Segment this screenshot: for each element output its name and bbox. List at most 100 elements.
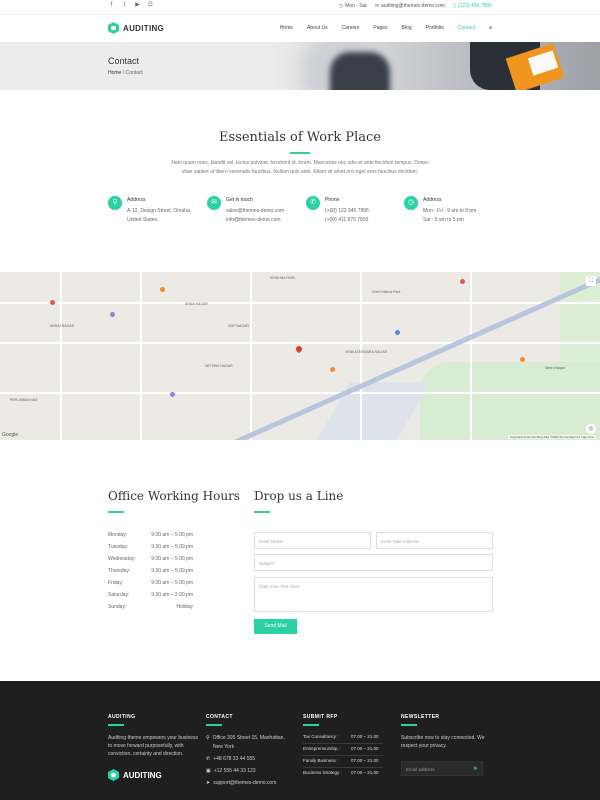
name-input[interactable]: Enter Name — [254, 532, 371, 549]
footer-heading: AUDITING — [108, 714, 136, 720]
nav-item-contact[interactable]: Contact — [458, 25, 475, 31]
map-poi-pin[interactable] — [330, 367, 335, 372]
map-poi-pin[interactable] — [110, 312, 115, 317]
contact-item-line2: (+00) 411 879 7893 — [325, 217, 369, 223]
map-poi-pin[interactable] — [160, 287, 165, 292]
nav-item-blog[interactable]: Blog — [402, 25, 412, 31]
contact-item-label: Address — [127, 197, 146, 203]
map-poi-pin[interactable] — [170, 392, 175, 397]
google-map[interactable]: KRISHNA PARK ANNA NAGAR NGP NAGAR NETHRA… — [0, 272, 600, 440]
breadcrumb-home[interactable]: Home — [108, 70, 121, 76]
map-street — [470, 272, 472, 440]
google-plus-icon[interactable]: G — [147, 2, 154, 9]
map-label: Sree Krishna Park — [372, 290, 401, 294]
send-mail-button[interactable]: Send Mail — [254, 619, 297, 634]
contact-item-line1: Mon - Fri : 9 am to 9 pm — [423, 208, 477, 214]
heading-underline — [303, 724, 319, 726]
breadcrumb-current: Contact — [125, 70, 143, 76]
breadcrumb-separator: / — [122, 70, 125, 76]
map-poi-pin[interactable] — [460, 279, 465, 284]
top-phone[interactable]: ▯ (123) 456-7890 — [453, 3, 492, 9]
map-street — [0, 342, 600, 344]
footer-logo[interactable]: AUDITING — [108, 769, 162, 781]
hours-day: Sunday: — [108, 604, 127, 610]
rfp-time: 07.00 – 21.00 — [351, 734, 379, 739]
hours-time: Holiday — [176, 604, 193, 610]
map-label: KRISHNA PARK — [270, 276, 296, 280]
message-textarea[interactable]: Type Your Text Here — [254, 577, 493, 612]
hours-time: 9.00 am – 5.00 pm — [151, 532, 193, 538]
site-logo[interactable]: AUDITING — [108, 22, 164, 34]
footer-about-column: AUDITING — [108, 714, 136, 726]
title-underline — [290, 152, 310, 154]
footer-phone: ✆ +48 678 33 44 555 — [206, 756, 256, 762]
map-location-marker[interactable] — [294, 344, 304, 354]
footer-email[interactable]: ➤ support@themes-demo.com — [206, 780, 276, 786]
footer-heading: SUBMIT RFP — [303, 714, 338, 720]
newsletter-email-input[interactable]: Email address ➤ — [401, 761, 483, 776]
map-park-area — [420, 362, 600, 440]
fullscreen-icon[interactable]: ⛶ — [586, 276, 596, 286]
drop-line-title: Drop us a Line — [254, 489, 344, 503]
hours-time: 9.00 am – 5.00 pm — [151, 544, 193, 550]
breadcrumb: Home / Contact — [108, 70, 143, 76]
search-icon[interactable]: ⌕ — [489, 25, 492, 31]
map-label: NGP NAGAR — [228, 324, 249, 328]
subject-input[interactable]: Subject — [254, 554, 493, 571]
rfp-row: Family Business : 07.00 – 21.00 — [303, 758, 393, 763]
top-contact-info: ◷ Mon - Sat ✉ auditing@themes-demo.com ▯ (1… — [339, 3, 492, 9]
nav-item-pages[interactable]: Pages — [373, 25, 387, 31]
rfp-label: Business Strategy : — [303, 770, 342, 775]
contact-item-line1: (+00) 123 345 7895 — [325, 208, 369, 214]
nav-item-home[interactable]: Home — [280, 25, 293, 31]
map-attribution[interactable]: Keyboard shortcuts Map data ©2023 Terms … — [507, 435, 596, 439]
contact-item-line2: Sat : 9 am to 5 pm — [423, 217, 464, 223]
map-label: NETHRA NAGAR — [205, 364, 233, 368]
google-logo: Google — [2, 432, 19, 438]
top-hours: ◷ Mon - Sat — [338, 3, 367, 9]
essentials-description: Nam quam nunc, blandit vel, luctus pulvi… — [171, 160, 429, 175]
rfp-row: Entrepreneurship : 07.00 – 21.00 — [303, 746, 393, 751]
brand-name: AUDITING — [123, 23, 165, 33]
contact-item-label: Address — [423, 197, 442, 203]
page-header-banner: Contact Home / Contact — [0, 42, 600, 90]
map-poi-pin[interactable] — [50, 300, 55, 305]
nav-item-careers[interactable]: Careers — [342, 25, 360, 31]
main-navigation: AUDITING Home About Us Careers Pages Blo… — [0, 14, 600, 42]
facebook-icon[interactable]: f — [108, 2, 115, 9]
map-street — [0, 302, 600, 304]
envelope-icon: ✉ — [374, 3, 380, 9]
clock-icon: ◷ — [404, 196, 418, 210]
map-pin-icon: ⚲ — [108, 196, 122, 210]
clock-icon: ◷ — [338, 3, 344, 9]
contact-item-line1[interactable]: sales@themes-demo.com — [226, 208, 284, 214]
street-view-icon[interactable]: ◎ — [586, 424, 596, 434]
nav-item-about-us[interactable]: About Us — [307, 25, 328, 31]
youtube-icon[interactable]: ▶ — [134, 2, 141, 9]
top-email[interactable]: ✉ auditing@themes-demo.com — [375, 3, 445, 9]
brand-name: AUDITING — [123, 770, 162, 780]
map-poi-pin[interactable] — [395, 330, 400, 335]
hours-time: 9.00 am – 2.00 pm — [151, 592, 193, 598]
send-icon[interactable]: ➤ — [473, 765, 478, 772]
divider — [303, 743, 383, 744]
map-poi-pin[interactable] — [520, 357, 525, 362]
rfp-time: 07.00 – 21.00 — [351, 758, 379, 763]
footer-heading: NEWSLETTER — [401, 714, 440, 720]
heading-underline — [108, 724, 124, 726]
contact-item-line1: A-12, Design Street, Omaha, — [127, 208, 192, 214]
hours-day: Tuesday: — [108, 544, 129, 550]
email-input[interactable]: Enter Mail Address — [376, 532, 493, 549]
rfp-time: 07.00 – 21.00 — [351, 770, 379, 775]
hours-time: 9.00 am – 5.00 pm — [151, 568, 193, 574]
twitter-icon[interactable]: t — [121, 2, 128, 9]
social-links: f t ▶ G — [108, 2, 154, 9]
map-label: Nehru Nagar — [545, 366, 566, 370]
fax-icon: ▣ — [206, 768, 211, 774]
hours-time: 9.00 am – 5.00 pm — [151, 556, 193, 562]
rfp-row: Tax Consultancy : 07.00 – 21.00 — [303, 734, 393, 739]
nav-item-portfolio[interactable]: Portfolio — [426, 25, 444, 31]
phone-icon: ✆ — [306, 196, 320, 210]
map-street — [140, 272, 142, 440]
contact-item-line2[interactable]: info@themes-demo.com — [226, 217, 281, 223]
